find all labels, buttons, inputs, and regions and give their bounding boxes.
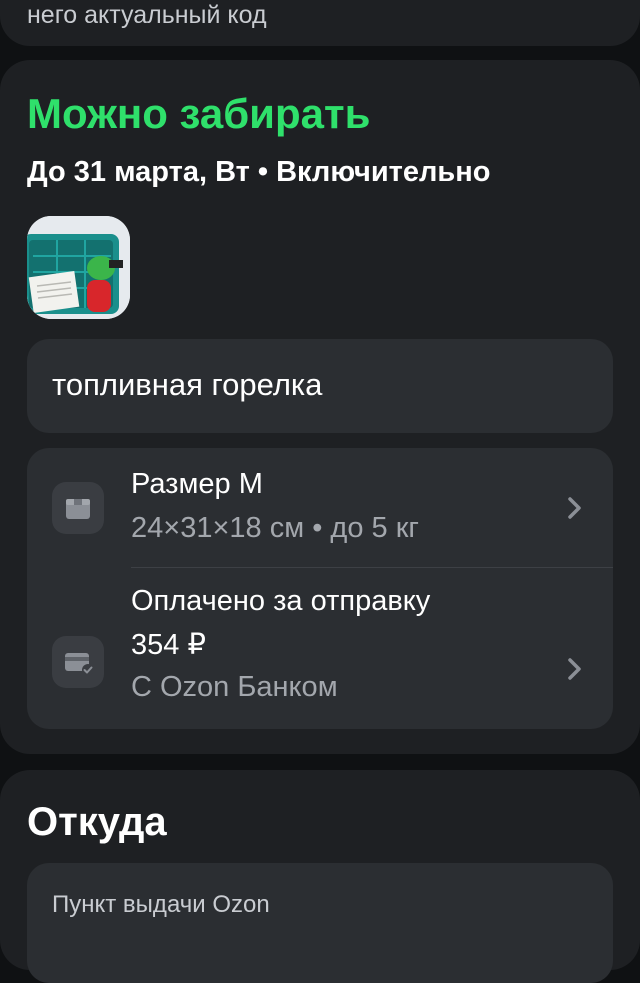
card-paid-icon — [52, 636, 104, 688]
pickup-point-label: Пункт выдачи Ozon — [52, 891, 270, 918]
payment-amount: 354 ₽ — [131, 629, 206, 661]
payment-row[interactable]: Оплачено за отправку 354 ₽ С Ozon Банком — [27, 569, 613, 729]
chevron-right-icon — [568, 497, 581, 519]
shipment-card: Можно забирать До 31 марта, Вт • Включит… — [0, 60, 640, 754]
origin-title: Откуда — [27, 800, 167, 844]
status-deadline: До 31 марта, Вт • Включительно — [27, 156, 491, 188]
payment-title: Оплачено за отправку — [131, 585, 431, 617]
pickup-point-box[interactable]: Пункт выдачи Ozon — [27, 863, 613, 983]
origin-card: Откуда Пункт выдачи Ozon — [0, 770, 640, 983]
chevron-right-icon — [568, 658, 581, 680]
payment-method: С Ozon Банком — [131, 671, 338, 703]
item-photo[interactable] — [27, 216, 130, 319]
previous-card-text: него актуальный код — [27, 1, 267, 29]
item-photo-image — [27, 216, 130, 319]
item-name-box: топливная горелка — [27, 339, 613, 433]
previous-card: него актуальный код — [0, 0, 640, 46]
size-dimensions: 24×31×18 см • до 5 кг — [131, 512, 419, 544]
status-title: Можно забирать — [27, 90, 371, 137]
row-divider — [131, 567, 613, 568]
box-icon — [52, 482, 104, 534]
size-title: Размер M — [131, 468, 263, 500]
size-row[interactable]: Размер M 24×31×18 см • до 5 кг — [27, 448, 613, 568]
shipment-details: Размер M 24×31×18 см • до 5 кг Оплачено … — [27, 448, 613, 729]
item-name: топливная горелка — [52, 367, 323, 402]
